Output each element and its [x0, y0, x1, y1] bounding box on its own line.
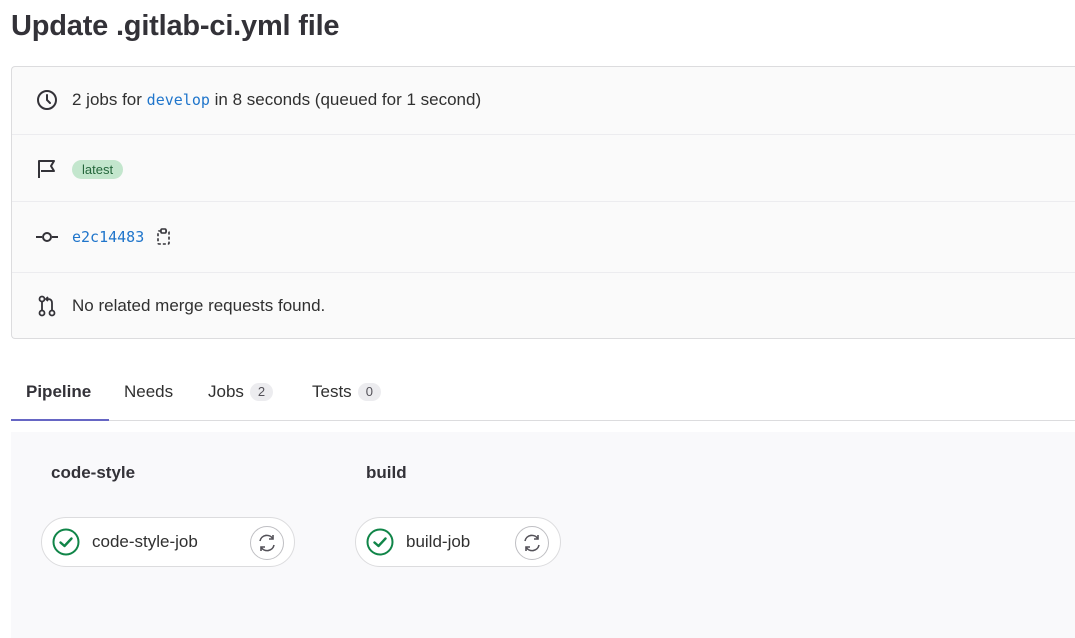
tab-pipeline[interactable]: Pipeline: [26, 364, 91, 420]
no-merge-requests-text: No related merge requests found.: [72, 296, 326, 315]
pipeline-graph: code-style build code-style-job build-jo…: [11, 432, 1075, 638]
active-tab-indicator: [11, 419, 109, 421]
job-pill-build-job[interactable]: build-job: [355, 517, 561, 567]
pipeline-summary-row: 2 jobs for develop in 8 seconds (queued …: [12, 88, 1075, 112]
row-divider: [12, 134, 1075, 135]
page-title: Update .gitlab-ci.yml file: [11, 10, 340, 42]
tab-tests-label: Tests: [312, 382, 352, 401]
retry-icon[interactable]: [250, 526, 284, 560]
summary-prefix: 2 jobs for: [72, 90, 142, 109]
tab-pipeline-label: Pipeline: [26, 382, 92, 401]
stage-title-build: build: [366, 463, 407, 482]
tab-needs-label: Needs: [124, 382, 174, 401]
copy-icon[interactable]: [156, 228, 172, 246]
merge-request-row: No related merge requests found.: [12, 294, 1075, 318]
tab-jobs-label: Jobs: [208, 382, 244, 401]
pipeline-info-card: 2 jobs for develop in 8 seconds (queued …: [11, 66, 1075, 339]
row-divider: [12, 272, 1075, 273]
row-divider: [12, 201, 1075, 202]
job-name: code-style-job: [92, 532, 198, 551]
tests-count-badge: 0: [357, 383, 381, 401]
commit-icon: [35, 225, 59, 249]
summary-suffix: in 8 seconds (queued for 1 second): [214, 90, 482, 109]
job-name: build-job: [406, 532, 471, 551]
success-status-icon: [366, 528, 394, 556]
merge-request-icon: [35, 294, 59, 318]
pipeline-badges-row: latest: [12, 157, 1075, 181]
flag-icon: [35, 157, 59, 181]
pipeline-tabs: Pipeline Needs Jobs 2 Tests 0: [11, 364, 1075, 421]
tab-tests[interactable]: Tests 0: [312, 364, 381, 420]
job-pill-code-style-job[interactable]: code-style-job: [41, 517, 295, 567]
latest-badge: latest: [72, 159, 124, 179]
success-status-icon: [52, 528, 80, 556]
tab-needs[interactable]: Needs: [124, 364, 173, 420]
branch-link[interactable]: develop: [147, 91, 210, 109]
tab-jobs[interactable]: Jobs 2: [208, 364, 274, 420]
clock-icon: [35, 88, 59, 112]
commit-sha-link[interactable]: e2c14483: [72, 228, 144, 246]
retry-icon[interactable]: [515, 526, 549, 560]
commit-row: e2c14483: [12, 225, 1075, 249]
jobs-count-badge: 2: [249, 383, 274, 401]
stage-title-code-style: code-style: [51, 463, 136, 482]
